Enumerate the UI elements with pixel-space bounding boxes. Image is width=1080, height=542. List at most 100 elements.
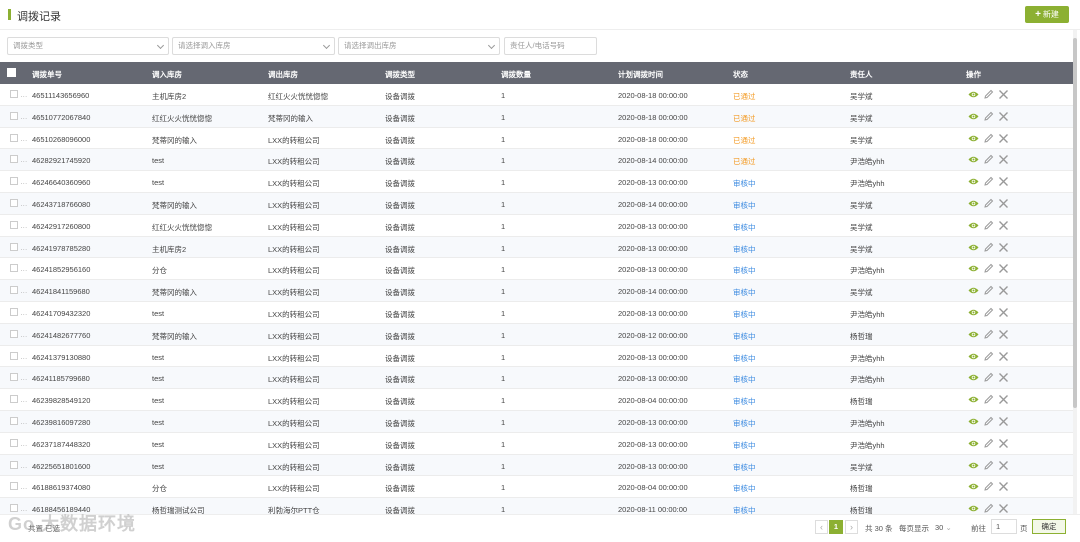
row-checkbox[interactable]: [10, 395, 18, 404]
row-expand-icon[interactable]: …: [20, 373, 28, 382]
row-checkbox[interactable]: [10, 307, 18, 316]
row-checkbox[interactable]: [10, 198, 18, 207]
delete-icon[interactable]: [998, 307, 1009, 318]
delete-icon[interactable]: [998, 372, 1009, 383]
edit-icon[interactable]: [983, 351, 994, 362]
row-checkbox[interactable]: [10, 220, 18, 229]
delete-icon[interactable]: [998, 460, 1009, 471]
row-checkbox[interactable]: [10, 177, 18, 186]
row-checkbox[interactable]: [10, 286, 18, 295]
row-checkbox[interactable]: [10, 155, 18, 164]
delete-icon[interactable]: [998, 351, 1009, 362]
row-expand-icon[interactable]: …: [20, 264, 28, 273]
out-warehouse-select[interactable]: 请选择调出库房: [338, 37, 500, 55]
edit-icon[interactable]: [983, 481, 994, 492]
row-expand-icon[interactable]: …: [20, 308, 28, 317]
row-checkbox[interactable]: [10, 90, 18, 98]
eye-icon[interactable]: [968, 504, 979, 513]
eye-icon[interactable]: [968, 308, 979, 317]
row-expand-icon[interactable]: …: [20, 286, 28, 295]
row-expand-icon[interactable]: …: [20, 395, 28, 404]
eye-icon[interactable]: [968, 417, 979, 426]
confirm-button[interactable]: 确定: [1032, 519, 1066, 534]
edit-icon[interactable]: [983, 460, 994, 471]
eye-icon[interactable]: [968, 243, 979, 252]
delete-icon[interactable]: [998, 242, 1009, 253]
eye-icon[interactable]: [968, 439, 979, 448]
row-expand-icon[interactable]: …: [20, 439, 28, 448]
row-expand-icon[interactable]: …: [20, 155, 28, 164]
eye-icon[interactable]: [968, 286, 979, 295]
row-expand-icon[interactable]: …: [20, 330, 28, 339]
row-checkbox[interactable]: [10, 351, 18, 360]
next-page-button[interactable]: ›: [845, 520, 858, 534]
eye-icon[interactable]: [968, 373, 979, 382]
edit-icon[interactable]: [983, 89, 994, 100]
edit-icon[interactable]: [983, 285, 994, 296]
row-checkbox[interactable]: [10, 373, 18, 382]
delete-icon[interactable]: [998, 285, 1009, 296]
delete-icon[interactable]: [998, 133, 1009, 144]
row-checkbox[interactable]: [10, 329, 18, 338]
row-checkbox[interactable]: [10, 438, 18, 447]
eye-icon[interactable]: [968, 330, 979, 339]
transfer-type-select[interactable]: 调拨类型: [7, 37, 169, 55]
eye-icon[interactable]: [968, 199, 979, 208]
eye-icon[interactable]: [968, 352, 979, 361]
edit-icon[interactable]: [983, 111, 994, 122]
row-expand-icon[interactable]: …: [20, 199, 28, 208]
eye-icon[interactable]: [968, 134, 979, 143]
row-checkbox[interactable]: [10, 416, 18, 425]
row-expand-icon[interactable]: …: [20, 243, 28, 252]
edit-icon[interactable]: [983, 438, 994, 449]
in-warehouse-select[interactable]: 请选择调入库房: [172, 37, 335, 55]
delete-icon[interactable]: [998, 198, 1009, 209]
edit-icon[interactable]: [983, 198, 994, 209]
delete-icon[interactable]: [998, 416, 1009, 427]
delete-icon[interactable]: [998, 111, 1009, 122]
row-checkbox[interactable]: [10, 242, 18, 251]
delete-icon[interactable]: [998, 176, 1009, 187]
new-button[interactable]: + 新建: [1025, 6, 1069, 23]
delete-icon[interactable]: [998, 329, 1009, 340]
eye-icon[interactable]: [968, 395, 979, 404]
current-page[interactable]: 1: [829, 520, 843, 534]
edit-icon[interactable]: [983, 154, 994, 165]
edit-icon[interactable]: [983, 263, 994, 274]
row-expand-icon[interactable]: …: [20, 177, 28, 186]
edit-icon[interactable]: [983, 307, 994, 318]
eye-icon[interactable]: [968, 112, 979, 121]
prev-page-button[interactable]: ‹: [815, 520, 828, 534]
row-checkbox[interactable]: [10, 264, 18, 273]
row-expand-icon[interactable]: …: [20, 352, 28, 361]
eye-icon[interactable]: [968, 264, 979, 273]
row-expand-icon[interactable]: …: [20, 417, 28, 426]
eye-icon[interactable]: [968, 482, 979, 491]
row-expand-icon[interactable]: …: [20, 461, 28, 470]
row-checkbox[interactable]: [10, 482, 18, 491]
edit-icon[interactable]: [983, 503, 994, 514]
eye-icon[interactable]: [968, 221, 979, 230]
row-checkbox[interactable]: [10, 460, 18, 469]
delete-icon[interactable]: [998, 481, 1009, 492]
per-page-select[interactable]: 30 ⌄: [935, 523, 952, 532]
delete-icon[interactable]: [998, 154, 1009, 165]
person-search-input[interactable]: 责任人/电话号码: [504, 37, 597, 55]
row-expand-icon[interactable]: …: [20, 90, 28, 99]
eye-icon[interactable]: [968, 461, 979, 470]
row-expand-icon[interactable]: …: [20, 221, 28, 230]
delete-icon[interactable]: [998, 263, 1009, 274]
eye-icon[interactable]: [968, 177, 979, 186]
row-expand-icon[interactable]: …: [20, 134, 28, 143]
vertical-scrollbar[interactable]: [1073, 30, 1077, 520]
eye-icon[interactable]: [968, 90, 979, 99]
edit-icon[interactable]: [983, 416, 994, 427]
eye-icon[interactable]: [968, 155, 979, 164]
row-checkbox[interactable]: [10, 133, 18, 142]
select-all-checkbox[interactable]: [7, 68, 16, 77]
delete-icon[interactable]: [998, 394, 1009, 405]
edit-icon[interactable]: [983, 329, 994, 340]
edit-icon[interactable]: [983, 242, 994, 253]
delete-icon[interactable]: [998, 220, 1009, 231]
edit-icon[interactable]: [983, 372, 994, 383]
